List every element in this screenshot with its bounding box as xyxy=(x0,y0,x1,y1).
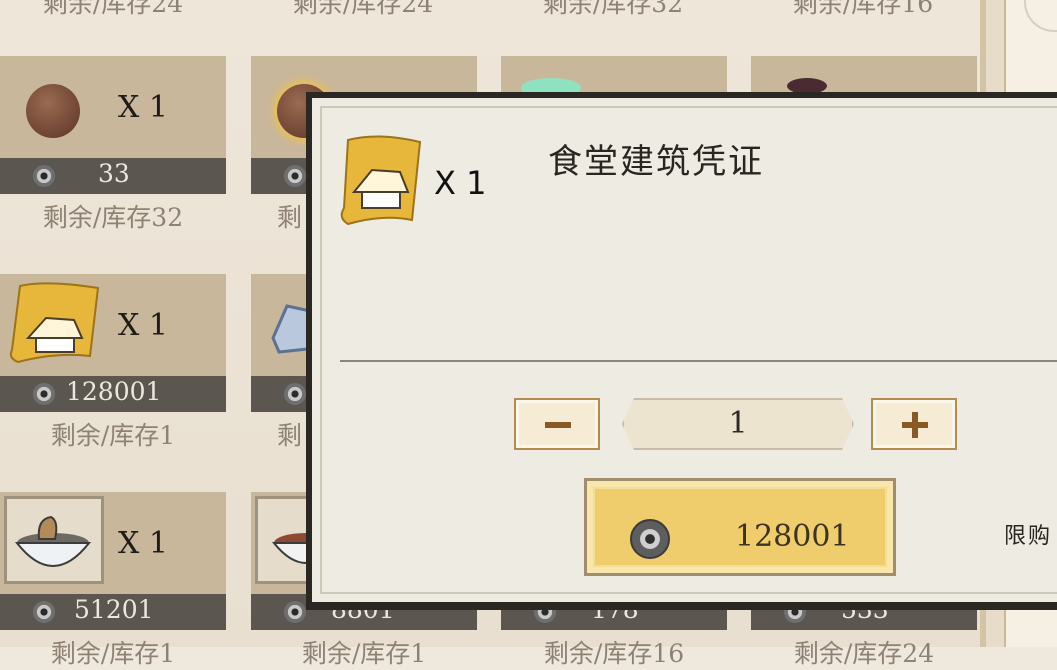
copper-coin-icon xyxy=(33,383,55,405)
divider xyxy=(340,360,1057,362)
copper-coin-icon xyxy=(33,165,55,187)
purchase-dialog: X 1 食堂建筑凭证 1 128001 限购 xyxy=(306,92,1057,610)
purchase-dialog-panel: X 1 食堂建筑凭证 1 128001 限购 xyxy=(312,98,1057,602)
stock-text: 剩余/库存1 xyxy=(301,639,427,668)
copper-coin-icon xyxy=(630,519,670,559)
stock-text: 剩余/库存16 xyxy=(792,0,934,18)
copper-coin-icon xyxy=(284,165,306,187)
item-name: 食堂建筑凭证 xyxy=(548,142,764,182)
building-scroll-icon xyxy=(340,135,422,226)
buy-button[interactable]: 128001 xyxy=(584,478,896,576)
purchase-limit-label: 限购 xyxy=(1004,524,1053,549)
item-qty: X 1 xyxy=(118,308,168,343)
item-quantity: X 1 xyxy=(434,164,487,202)
stock-text: 剩余/库存32 xyxy=(42,203,184,232)
quantity-field[interactable]: 1 xyxy=(622,398,854,450)
item-price: 33 xyxy=(98,159,130,188)
stock-text: 剩余/库存24 xyxy=(292,0,434,18)
item-price: 51201 xyxy=(74,595,154,624)
shop-item-card[interactable]: X 1 33 xyxy=(0,56,226,194)
stock-text: 剩余/库存1 xyxy=(50,421,176,450)
stock-text: 剩余/库存16 xyxy=(543,639,685,668)
copper-coin-icon xyxy=(284,383,306,405)
decrease-quantity-button[interactable] xyxy=(514,398,600,450)
copper-coin-icon xyxy=(33,601,55,623)
price-bar: 128001 xyxy=(0,376,226,412)
stock-text: 剩余/库存24 xyxy=(793,639,935,668)
quantity-value: 1 xyxy=(728,406,748,441)
stock-text: 剩余/库存24 xyxy=(42,0,184,18)
buy-price: 128001 xyxy=(735,519,850,554)
shop-item-card[interactable]: X 1 51201 xyxy=(0,492,226,630)
shop-item-card[interactable]: X 1 128001 xyxy=(0,274,226,412)
copper-coin-icon xyxy=(284,601,306,623)
meatball-icon xyxy=(26,84,80,138)
price-bar: 51201 xyxy=(0,594,226,630)
item-price: 128001 xyxy=(66,377,162,406)
stock-text: 剩余/库存1 xyxy=(50,639,176,668)
item-qty: X 1 xyxy=(118,90,168,125)
stock-text: 剩余/库存32 xyxy=(542,0,684,18)
increase-quantity-button[interactable] xyxy=(871,398,957,450)
soup-bowl-icon xyxy=(4,496,104,584)
item-qty: X 1 xyxy=(118,526,168,561)
building-scroll-icon xyxy=(9,282,100,364)
price-bar: 33 xyxy=(0,158,226,194)
